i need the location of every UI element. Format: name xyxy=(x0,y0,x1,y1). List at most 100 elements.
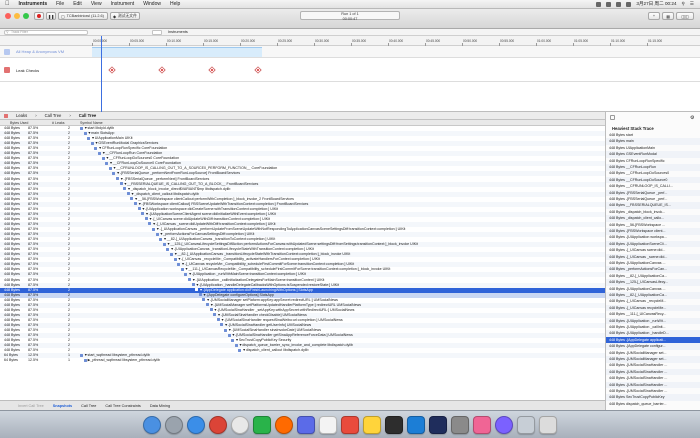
settings-icon[interactable]: ⚙ xyxy=(690,115,694,121)
calendar-icon[interactable] xyxy=(319,415,337,434)
symbol-name-cell: ▼dispatch_queue_barrier_sync_invoke_and_… xyxy=(238,343,353,348)
symbol-name-cell: ▼__125-[_UICanvasLifecycleSettingsDiffAc… xyxy=(166,242,418,247)
weibo-icon[interactable] xyxy=(275,415,293,434)
preferences-icon[interactable] xyxy=(451,415,469,434)
track-allocations[interactable]: All Heap & Anonymous VM xyxy=(0,46,700,58)
status-icon-1[interactable] xyxy=(596,1,602,7)
frame-icon xyxy=(119,182,123,186)
target-device-select[interactable]: ▢ TCBanbiniowl (11.2.6) xyxy=(58,12,108,20)
ruler-tick-label: 00:30.000 xyxy=(315,39,330,43)
time-ruler[interactable]: 00:00.00000:05.00000:10.00000:15.00000:2… xyxy=(0,36,700,46)
chevron-right-icon: › xyxy=(69,113,71,118)
tab-call-tree-constraints[interactable]: Call Tree Constraints xyxy=(105,404,140,408)
menu-file[interactable]: File xyxy=(56,1,64,7)
menu-app-name[interactable]: Instruments xyxy=(19,1,48,7)
battery-icon[interactable] xyxy=(626,1,632,7)
trash-icon[interactable] xyxy=(539,415,557,434)
wechat-icon[interactable] xyxy=(253,415,271,434)
folder-icon[interactable] xyxy=(517,415,535,434)
jump-call-tree[interactable]: Call Tree xyxy=(45,113,62,118)
library-button[interactable]: ▦ xyxy=(662,12,674,20)
wifi-icon[interactable] xyxy=(616,1,622,7)
playhead[interactable] xyxy=(101,36,102,112)
menu-view[interactable]: View xyxy=(91,1,102,7)
invert-call-tree-option[interactable]: Invert Call Tree xyxy=(18,404,44,408)
menu-help[interactable]: Help xyxy=(170,1,180,7)
qq-icon[interactable] xyxy=(231,415,249,434)
list-icon[interactable]: ☰ xyxy=(690,1,694,7)
stack-frame-row[interactable]: 448 Bytes dispatch_queue_barrier... xyxy=(606,401,700,408)
plus-icon: + xyxy=(652,14,656,18)
view-toggle-button[interactable]: ◫◫ xyxy=(676,12,694,20)
track-leak-checks[interactable]: Leak Checks xyxy=(0,58,700,82)
menu-bar:  Instruments File Edit View Instrument … xyxy=(0,0,700,9)
finder-icon[interactable] xyxy=(143,415,161,434)
pause-icon: ❚❚ xyxy=(47,14,55,19)
tab-snapshots[interactable]: Snapshots xyxy=(53,404,72,408)
frame-icon xyxy=(177,262,181,266)
process-select[interactable]: ◆ 测试无文件 xyxy=(110,12,140,20)
track-filter-input[interactable]: ⚲ Track Filter xyxy=(4,30,88,35)
leak-marker[interactable] xyxy=(109,67,115,73)
apple-icon[interactable]:  xyxy=(5,1,10,7)
terminal-icon[interactable] xyxy=(385,415,403,434)
frame-icon xyxy=(141,212,145,216)
sketch-icon[interactable] xyxy=(473,415,491,434)
menu-instrument[interactable]: Instrument xyxy=(111,1,135,7)
jump-leaks[interactable]: Leaks xyxy=(16,113,27,118)
status-icon-2[interactable] xyxy=(606,1,612,7)
leak-marker[interactable] xyxy=(255,67,261,73)
minimize-window-button[interactable] xyxy=(14,13,20,19)
mail-icon[interactable] xyxy=(297,415,315,434)
track-filter-row: ⚲ Track Filter Instruments xyxy=(0,29,700,36)
netease-music-icon[interactable] xyxy=(341,415,359,434)
call-tree[interactable]: 448 Bytes 87.5% 2 ▼start libdyld.dylib 448 B… xyxy=(0,126,605,400)
clock[interactable]: 3月27日 周二 00:24 xyxy=(636,1,676,7)
table-row[interactable]: 64 Bytes 12.5% 1 ▶_pthread_wqthread libsyst… xyxy=(0,358,605,363)
pause-button[interactable]: ❚❚ xyxy=(46,12,56,20)
instruments-icon[interactable] xyxy=(495,415,513,434)
symbol-name-cell: ▼_performActionsForCanvasSettingsDiff:co… xyxy=(159,232,255,237)
frame-icon xyxy=(80,353,83,357)
chrome-icon[interactable] xyxy=(209,415,227,434)
toolbar: ❚❚ ▢ TCBanbiniowl (11.2.6) ◆ 测试无文件 Run 1… xyxy=(0,9,700,29)
symbol-name-cell: ▼_dispatch_block_invoke_direct$VARIANT$m… xyxy=(127,186,231,191)
menu-window[interactable]: Window xyxy=(143,1,161,7)
xcode-icon[interactable] xyxy=(407,415,425,434)
symbol-name-cell: ▼-[UMSocialManager setPlaform:appKey:app… xyxy=(206,297,338,302)
frame-icon xyxy=(101,156,105,160)
tab-data-mining[interactable]: Data Mining xyxy=(150,404,170,408)
frame-icon xyxy=(123,187,127,191)
menu-edit[interactable]: Edit xyxy=(73,1,82,7)
leak-marker[interactable] xyxy=(159,67,165,73)
elapsed-time: 00:00:47 xyxy=(342,16,358,21)
search-icon[interactable]: ⚲ xyxy=(682,1,685,7)
run-status-display: Run 1 of 1 00:00:47 xyxy=(300,11,400,21)
launchpad-icon[interactable] xyxy=(165,415,183,434)
instruments-label: Instruments xyxy=(168,30,188,34)
column-bytes-used[interactable]: Bytes Used xyxy=(10,121,28,125)
symbol-name-cell: ▶_pthread_wqthread libsystem_pthread.dyl… xyxy=(87,358,160,363)
track-filter-placeholder: Track Filter xyxy=(11,30,28,34)
zoom-window-button[interactable] xyxy=(23,13,29,19)
close-window-button[interactable] xyxy=(5,13,11,19)
allocations-graph xyxy=(92,47,262,57)
column-leaks[interactable]: # Leaks xyxy=(52,121,65,125)
column-symbol-name[interactable]: Symbol Name xyxy=(80,121,103,125)
record-button[interactable] xyxy=(34,12,44,20)
safari-icon[interactable] xyxy=(187,415,205,434)
notes-icon[interactable] xyxy=(363,415,381,434)
add-instrument-button[interactable]: + xyxy=(648,12,660,20)
detail-panel-icon[interactable] xyxy=(610,115,615,120)
leak-marker[interactable] xyxy=(209,67,215,73)
heaviest-stack-list[interactable]: 448 Bytes start 448 Bytes main 448 Bytes U… xyxy=(606,132,700,410)
jump-call-tree-current[interactable]: Call Tree xyxy=(79,113,96,118)
tab-call-tree[interactable]: Call Tree xyxy=(81,404,96,408)
symbol-name-cell: ▼-[UMSocialSinaHandler getUserInfo] UMSo… xyxy=(224,322,312,327)
symbol-name-cell: ▼__CFRunLoopDoSource0 CoreFoundation xyxy=(109,161,181,166)
photoshop-icon[interactable] xyxy=(429,415,447,434)
ruler-tick-label: 00:25.000 xyxy=(278,39,293,43)
status-area: 3月27日 周二 00:24 ⚲ ☰ xyxy=(596,1,700,7)
symbol-name-cell: ▼__82-[_UIApplicationCanvas _transitionT… xyxy=(163,237,276,242)
instruments-toggle[interactable] xyxy=(152,30,162,35)
